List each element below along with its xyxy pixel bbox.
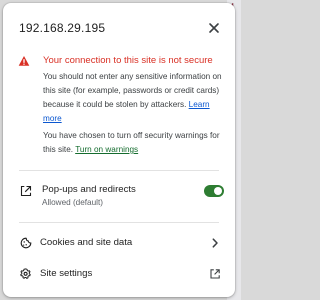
chevron-right-icon — [209, 237, 221, 249]
gear-icon — [20, 268, 32, 280]
close-button[interactable] — [207, 21, 221, 35]
open-in-new-window-icon — [20, 185, 32, 197]
popups-permission-status: Allowed (default) — [42, 198, 103, 207]
external-link-icon — [209, 268, 221, 280]
warning-icon — [18, 55, 30, 67]
popups-permission-label: Pop-ups and redirects — [42, 184, 136, 195]
popup-header: 192.168.29.195 — [3, 3, 235, 49]
warnings-disabled-message: You have chosen to turn off security war… — [43, 129, 228, 157]
site-address: 192.168.29.195 — [19, 21, 106, 35]
popups-toggle[interactable] — [204, 185, 224, 197]
security-warning-title: Your connection to this site is not secu… — [43, 55, 213, 66]
site-settings-label: Site settings — [40, 268, 93, 279]
section-divider — [19, 222, 219, 223]
site-settings-row[interactable]: Site settings — [3, 260, 235, 288]
cookies-and-site-data-label: Cookies and site data — [40, 237, 133, 248]
popups-permission-row: Pop-ups and redirects Allowed (default) — [3, 181, 235, 217]
close-icon — [207, 21, 221, 35]
toggle-knob — [214, 187, 222, 195]
security-warning-body: You should not enter any sensitive infor… — [43, 70, 228, 126]
cookie-icon — [20, 237, 32, 249]
turn-on-warnings-link[interactable]: Turn on warnings — [75, 145, 138, 154]
site-info-popup: 192.168.29.195 Your connection to this s… — [3, 3, 235, 297]
section-divider — [19, 170, 219, 171]
cookies-and-site-data-row[interactable]: Cookies and site data — [3, 229, 235, 257]
